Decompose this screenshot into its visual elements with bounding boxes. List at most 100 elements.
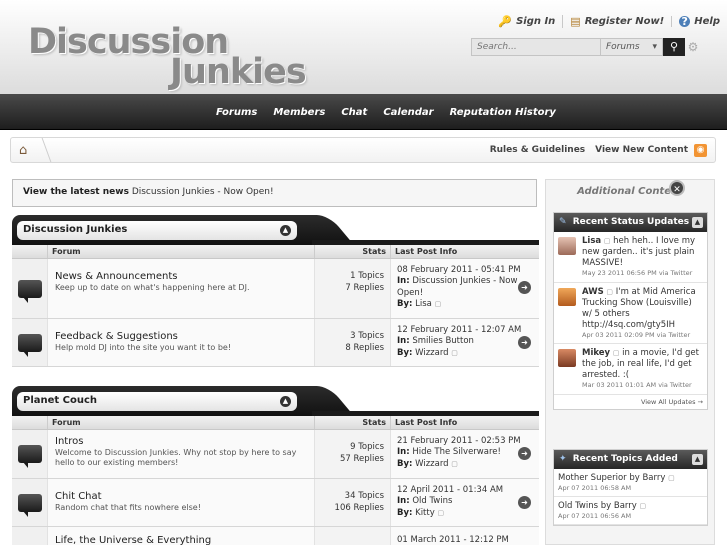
status-author[interactable]: Mikey: [582, 348, 610, 358]
last-post-author[interactable]: Wizzard: [415, 348, 448, 358]
topic-count: 1 Topics: [350, 271, 384, 281]
site-logo[interactable]: Discussion Junkies: [28, 22, 328, 92]
go-to-last-post-icon[interactable]: ➜: [518, 496, 531, 509]
topic-count: 3 Topics: [350, 331, 384, 341]
forum-name[interactable]: Life, the Universe & Everything: [55, 535, 307, 545]
forum-bubble-icon: [17, 445, 42, 468]
collapse-icon[interactable]: ▲: [692, 217, 703, 228]
forum-name[interactable]: Intros: [55, 436, 307, 447]
status-author[interactable]: Lisa: [582, 236, 601, 246]
recent-status-block: ✎ Recent Status Updates ▲ Lisa ▢ heh heh…: [553, 212, 708, 410]
forum-bubble-icon: [17, 333, 42, 357]
search-scope-value: Forums: [606, 42, 640, 52]
forum-name[interactable]: News & Announcements: [55, 271, 307, 282]
sidebar-title: Additional Content: [577, 186, 683, 197]
recent-topic-title[interactable]: Old Twins by Barry: [558, 501, 637, 511]
category-title[interactable]: Planet Couch: [23, 395, 97, 406]
search-input[interactable]: [471, 38, 601, 56]
nav-members[interactable]: Members: [265, 107, 333, 118]
forum-desc: Help mold DJ into the site you want it t…: [55, 343, 232, 352]
topic-count: 34 Topics: [344, 491, 384, 501]
last-post-author[interactable]: Wizzard: [415, 459, 448, 469]
news-banner: View the latest news Discussion Junkies …: [12, 179, 537, 207]
recent-topics-block: ✦ Recent Topics Added ▲ Mother Superior …: [553, 449, 708, 526]
reply-count: 106 Replies: [334, 502, 384, 513]
forum-desc: Random chat that fits nowhere else!: [55, 503, 201, 512]
status-author[interactable]: AWS: [582, 287, 604, 297]
last-post-topic[interactable]: Discussion Junkies - Now Open!: [397, 276, 517, 297]
profile-card-icon[interactable]: ▢: [451, 460, 458, 468]
status-time: Apr 03 2011 02:09 PM via Twitter: [582, 330, 691, 339]
new-content-link[interactable]: View New Content: [595, 145, 688, 155]
last-post-author[interactable]: Lisa: [415, 299, 432, 309]
search-options-button[interactable]: ⚙: [685, 38, 701, 56]
forum-desc: Keep up to date on what's happening here…: [55, 283, 250, 292]
rss-icon[interactable]: ◉: [694, 143, 707, 157]
go-to-last-post-icon[interactable]: ➜: [518, 447, 531, 460]
last-post-author[interactable]: Kitty: [415, 508, 435, 518]
topic-count: 9 Topics: [350, 442, 384, 452]
go-to-last-post-icon[interactable]: ➜: [518, 281, 531, 294]
col-stats: Stats: [315, 416, 391, 429]
forum-row: Life, the Universe & Everything 01 March…: [12, 527, 539, 545]
last-post-date: 12 April 2011 - 01:34 AM: [397, 485, 504, 495]
close-icon[interactable]: ✕: [669, 180, 685, 196]
home-icon[interactable]: ⌂: [19, 143, 27, 158]
register-label: Register Now!: [584, 15, 665, 27]
collapse-icon[interactable]: ▲: [280, 225, 291, 236]
forum-name[interactable]: Feedback & Suggestions: [55, 331, 307, 342]
status-item: AWS ▢ I'm at Mid America Trucking Show (…: [554, 283, 707, 345]
forum-row: Chit Chat Random chat that fits nowhere …: [12, 479, 539, 527]
last-post-topic[interactable]: Hide The Silverware!: [412, 447, 501, 457]
block-title: Recent Topics Added: [572, 454, 678, 464]
col-last-post: Last Post Info: [395, 418, 458, 427]
profile-card-icon[interactable]: ▢: [613, 349, 620, 357]
last-post-topic[interactable]: Old Twins: [412, 496, 452, 506]
nav-forums[interactable]: Forums: [208, 107, 265, 118]
profile-card-icon[interactable]: ▢: [668, 474, 675, 482]
collapse-icon[interactable]: ▲: [692, 454, 703, 465]
avatar[interactable]: [558, 349, 576, 368]
site-header: Discussion Junkies 🔑 Sign In ▤ Register …: [0, 0, 727, 94]
profile-card-icon[interactable]: ▢: [604, 237, 611, 245]
recent-topic-item: Old Twins by Barry ▢ Apr 07 2011 06:56 A…: [554, 497, 707, 525]
col-forum: Forum: [48, 416, 315, 429]
register-link[interactable]: ▤ Register Now!: [562, 14, 671, 28]
chevron-down-icon: ▾: [652, 42, 657, 52]
help-link[interactable]: ? Help: [671, 15, 727, 27]
profile-card-icon[interactable]: ▢: [451, 349, 458, 357]
breadcrumb-divider: [32, 138, 52, 162]
profile-card-icon[interactable]: ▢: [606, 288, 613, 296]
nav-reputation-history[interactable]: Reputation History: [442, 107, 564, 118]
reply-count: 7 Replies: [345, 282, 384, 293]
forum-bubble-icon: [17, 493, 42, 517]
last-post-topic[interactable]: Smilies Button: [412, 336, 474, 346]
main-nav: Forums Members Chat Calendar Reputation …: [0, 94, 727, 130]
profile-card-icon[interactable]: ▢: [435, 300, 442, 308]
rules-link[interactable]: Rules & Guidelines: [490, 145, 585, 155]
nav-calendar[interactable]: Calendar: [375, 107, 441, 118]
go-to-last-post-icon[interactable]: ➜: [518, 336, 531, 349]
view-all-updates-link[interactable]: View All Updates →: [554, 395, 707, 409]
gear-icon: ⚙: [687, 40, 699, 54]
profile-card-icon[interactable]: ▢: [640, 502, 647, 510]
news-link[interactable]: Discussion Junkies - Now Open!: [132, 187, 274, 197]
avatar[interactable]: [558, 287, 576, 306]
avatar[interactable]: [558, 237, 576, 255]
col-forum: Forum: [48, 245, 315, 258]
last-post-date: 21 February 2011 - 02:53 PM: [397, 436, 521, 446]
profile-card-icon[interactable]: ▢: [437, 509, 444, 517]
status-item: Lisa ▢ heh heh.. I love my new garden.. …: [554, 232, 707, 283]
nav-chat[interactable]: Chat: [333, 107, 375, 118]
sign-in-link[interactable]: 🔑 Sign In: [491, 15, 562, 28]
breadcrumb: ⌂ Rules & Guidelines View New Content ◉: [10, 137, 716, 163]
help-icon: ?: [679, 15, 691, 27]
collapse-icon[interactable]: ▲: [280, 396, 291, 407]
sign-in-label: Sign In: [516, 15, 556, 27]
status-time: Mar 03 2011 01:01 AM via Twitter: [582, 381, 692, 390]
forum-name[interactable]: Chit Chat: [55, 491, 307, 502]
category-title[interactable]: Discussion Junkies: [23, 224, 127, 235]
recent-topic-title[interactable]: Mother Superior by Barry: [558, 473, 665, 483]
search-scope-select[interactable]: Forums ▾: [601, 38, 663, 56]
search-button[interactable]: ⚲: [663, 38, 685, 56]
